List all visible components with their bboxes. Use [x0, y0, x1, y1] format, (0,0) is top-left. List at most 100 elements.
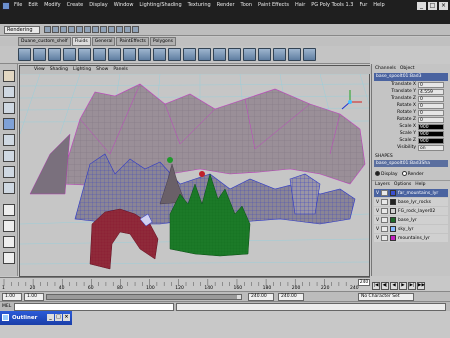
start-time-field[interactable]: 1.00 [2, 293, 22, 301]
sphere-icon[interactable] [153, 48, 166, 61]
persp-graph-layout-icon[interactable] [3, 252, 15, 264]
layer-color-swatch[interactable] [390, 190, 396, 196]
channel-box-tab-object[interactable]: Object [400, 66, 415, 71]
cylinder-icon[interactable] [183, 48, 196, 61]
make-motor-boat-icon[interactable] [138, 48, 151, 61]
time-slider[interactable]: 1 20 40 60 80 100 120 140 160 180 200 220 240 240 [0, 277, 370, 291]
playback-start-field[interactable]: 1.00 [24, 293, 44, 301]
manipulator-tool-icon[interactable] [3, 166, 15, 178]
attribute-label[interactable]: Rotate X [372, 103, 418, 108]
layer-visibility-toggle[interactable]: V [374, 191, 381, 196]
attribute-value[interactable]: 900 [418, 130, 444, 137]
layer-visibility-toggle[interactable]: V [374, 227, 381, 232]
curve-icon[interactable] [273, 48, 286, 61]
attribute-value[interactable]: 4.559 [418, 88, 444, 95]
shelf-tab-polygons[interactable]: Polygons [149, 37, 176, 46]
layer-menu-options[interactable]: Options [394, 182, 411, 187]
torus-icon[interactable] [228, 48, 241, 61]
menu-item-pg-poly-tools-1-3[interactable]: PG Poly Tools 1.3 [311, 2, 353, 8]
save-scene-icon[interactable] [60, 26, 67, 33]
display-radio[interactable] [375, 171, 380, 176]
shelf-tab-painteffects[interactable]: PaintEffects [116, 37, 149, 46]
channel-box-tab-channels[interactable]: Channels [375, 66, 396, 71]
menu-item-texturing[interactable]: Texturing [188, 2, 211, 8]
attribute-label[interactable]: Translate Y [372, 89, 418, 94]
shelf-tab-fluids[interactable]: Fluids [71, 37, 91, 46]
attribute-value[interactable]: 0 [418, 102, 444, 109]
character-set-select[interactable]: No Character Set [358, 293, 414, 301]
playback-end-field[interactable]: 240.00 [248, 293, 274, 301]
scene-view[interactable] [20, 74, 369, 276]
layer-visibility-toggle[interactable]: V [374, 236, 381, 241]
new-scene-icon[interactable] [44, 26, 51, 33]
playback-button-5[interactable]: ▶▶ [417, 282, 425, 290]
layer-color-swatch[interactable] [390, 199, 396, 205]
wake-icon[interactable] [108, 48, 121, 61]
menu-item-edit[interactable]: Edit [28, 2, 38, 8]
attribute-label[interactable]: Scale X [372, 124, 418, 129]
render-icon[interactable] [116, 26, 123, 33]
end-time-field[interactable]: 240.00 [278, 293, 304, 301]
menu-set-select[interactable]: Rendering [4, 26, 40, 34]
menu-item-hair[interactable]: Hair [295, 2, 305, 8]
playback-button-0[interactable]: |◀ [372, 282, 380, 290]
shelf-tab-general[interactable]: General [91, 37, 116, 46]
attribute-value[interactable]: 0 [418, 81, 444, 88]
layer-color-swatch[interactable] [390, 217, 396, 223]
select-component-icon[interactable] [84, 26, 91, 33]
attribute-value[interactable]: on [418, 144, 444, 151]
menu-item-fur[interactable]: Fur [359, 2, 367, 8]
range-slider-handle[interactable] [47, 295, 237, 299]
close-button[interactable]: × [439, 2, 448, 10]
attribute-label[interactable]: Scale Z [372, 138, 418, 143]
render-radio[interactable] [401, 171, 407, 176]
menu-item-lighting-shading[interactable]: Lighting/Shading [139, 2, 181, 8]
layer-display-type-toggle[interactable] [381, 190, 388, 196]
attribute-value[interactable]: 900 [418, 137, 444, 144]
layer-color-swatch[interactable] [390, 235, 396, 241]
current-frame-field[interactable]: 240 [358, 279, 370, 286]
snap-curve-icon[interactable] [100, 26, 107, 33]
layer-visibility-toggle[interactable]: V [374, 200, 381, 205]
panel-menu-panels[interactable]: Panels [113, 66, 127, 74]
attribute-value[interactable]: 900 [418, 123, 444, 130]
move-tool-icon[interactable] [3, 118, 15, 130]
layer-display-type-toggle[interactable] [381, 208, 388, 214]
menu-item-create[interactable]: Create [67, 2, 84, 8]
paint-select-tool-icon[interactable] [3, 102, 15, 114]
attribute-label[interactable]: Translate X [372, 82, 418, 87]
camera-icon[interactable] [258, 48, 271, 61]
fluid-2d-icon[interactable] [33, 48, 46, 61]
last-tool-icon[interactable] [3, 182, 15, 194]
panel-menu-shading[interactable]: Shading [50, 66, 68, 74]
plane-icon[interactable] [213, 48, 226, 61]
attribute-value[interactable]: 0 [418, 95, 444, 102]
shape-name[interactable]: base_spoolt01:Bad3Sha [374, 160, 448, 167]
attribute-value[interactable]: 0 [418, 109, 444, 116]
layer-display-type-toggle[interactable] [381, 226, 388, 232]
layer-display-type-toggle[interactable] [381, 235, 388, 241]
cone-icon[interactable] [198, 48, 211, 61]
pond-icon[interactable] [93, 48, 106, 61]
menu-item-display[interactable]: Display [89, 2, 107, 8]
light-icon[interactable] [243, 48, 256, 61]
layer-color-swatch[interactable] [390, 208, 396, 214]
range-slider[interactable] [46, 294, 242, 300]
four-view-layout-icon[interactable] [3, 220, 15, 232]
scale-tool-icon[interactable] [3, 150, 15, 162]
panel-menu-view[interactable]: View [34, 66, 45, 74]
layer-display-type-toggle[interactable] [381, 199, 388, 205]
menu-item-modify[interactable]: Modify [44, 2, 61, 8]
deformer-icon[interactable] [303, 48, 316, 61]
attribute-label[interactable]: Rotate Y [372, 110, 418, 115]
panel-menu-show[interactable]: Show [96, 66, 108, 74]
menu-item-file[interactable]: File [14, 2, 22, 8]
ocean-icon[interactable] [78, 48, 91, 61]
maximize-button[interactable]: □ [55, 314, 62, 321]
fluid-paint-icon[interactable] [63, 48, 76, 61]
playback-button-3[interactable]: ▶ [399, 282, 407, 290]
persp-outliner-layout-icon[interactable] [3, 236, 15, 248]
minimize-button[interactable]: _ [47, 314, 54, 321]
maximize-button[interactable]: □ [428, 2, 437, 10]
select-tool-icon[interactable] [3, 70, 15, 82]
